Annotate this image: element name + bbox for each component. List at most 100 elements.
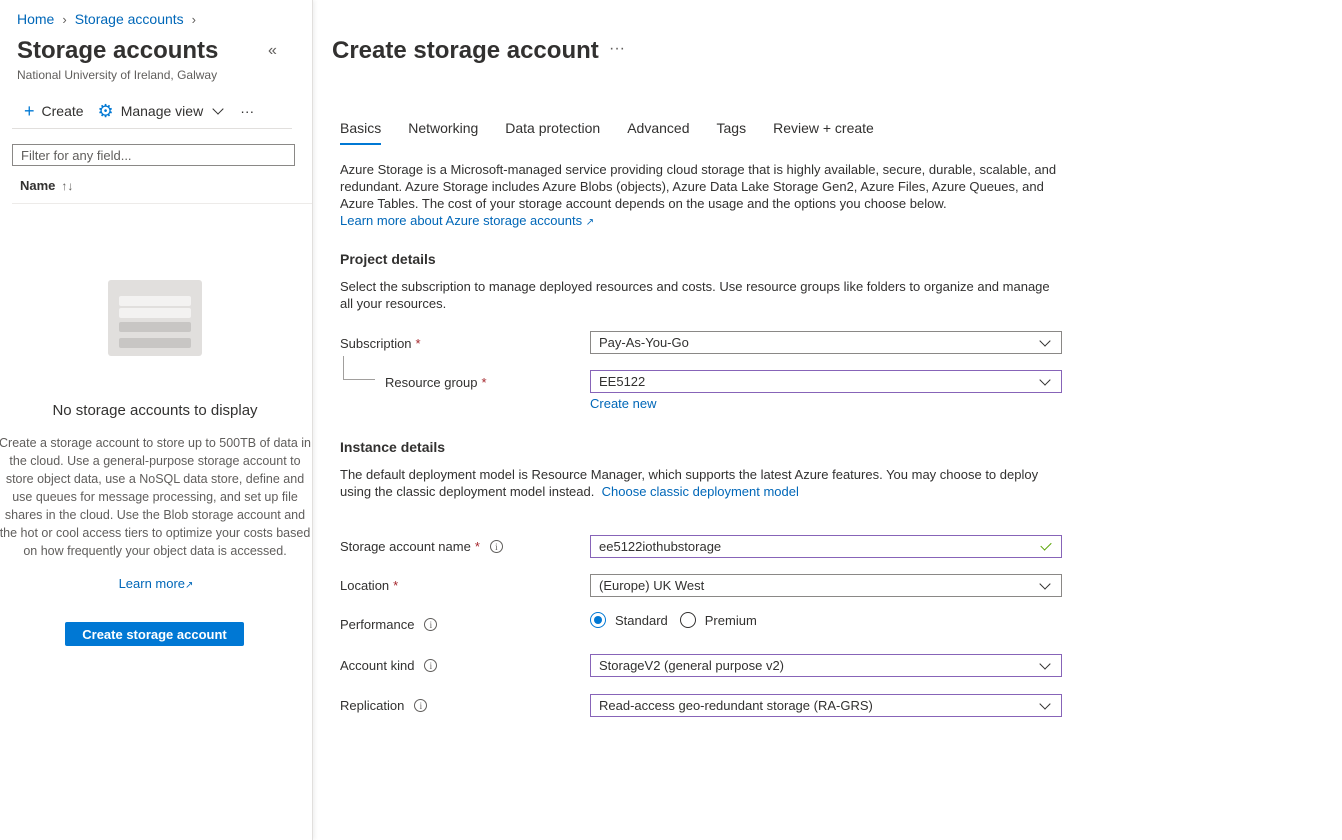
manage-view-label: Manage view	[120, 103, 204, 119]
illustration-bar	[119, 308, 191, 318]
instance-details-text: The default deployment model is Resource…	[340, 466, 1065, 500]
gear-icon: ⚙	[97, 101, 114, 121]
required-marker: *	[393, 578, 399, 593]
breadcrumb-home[interactable]: Home	[17, 11, 54, 27]
create-label: Create	[41, 103, 84, 119]
chevron-down-icon	[1039, 697, 1051, 710]
illustration-bar	[119, 322, 191, 332]
required-marker: *	[415, 336, 421, 351]
account-kind-dropdown[interactable]: StorageV2 (general purpose v2)	[590, 654, 1062, 677]
external-link-icon: ↗	[585, 217, 595, 228]
radio-unselected-icon	[679, 612, 696, 628]
storage-accounts-title: Storage accounts	[17, 37, 219, 64]
collapse-pane-icon[interactable]: «	[268, 42, 277, 60]
tab-networking[interactable]: Networking	[408, 120, 478, 145]
resource-group-dropdown[interactable]: EE5122	[590, 370, 1062, 393]
tab-tags[interactable]: Tags	[717, 120, 747, 145]
radio-premium[interactable]: Premium	[679, 612, 757, 628]
storage-accounts-pane	[0, 0, 313, 840]
account-kind-label-text: Account kind	[340, 658, 415, 673]
radio-premium-label: Premium	[704, 612, 757, 628]
chevron-down-icon	[1039, 577, 1051, 590]
chevron-down-icon	[1039, 334, 1051, 347]
instance-details-heading: Instance details	[340, 439, 446, 455]
learn-more-link[interactable]: Learn more	[119, 576, 185, 591]
tab-bar: Basics Networking Data protection Advanc…	[340, 120, 901, 145]
tree-connector	[343, 379, 375, 380]
info-icon[interactable]: i	[489, 540, 503, 553]
info-icon[interactable]: i	[414, 699, 428, 712]
empty-state-description: Create a storage account to store up to …	[0, 436, 311, 558]
intro-text: Azure Storage is a Microsoft-managed ser…	[340, 161, 1065, 231]
location-label-text: Location	[340, 578, 390, 593]
location-dropdown[interactable]: (Europe) UK West	[590, 574, 1062, 597]
performance-label: Performance i	[340, 617, 438, 632]
create-button[interactable]: + Create	[24, 102, 84, 120]
storage-toolbar: + Create ⚙ Manage view ···	[24, 100, 268, 122]
radio-standard-label: Standard	[615, 612, 668, 628]
chevron-right-icon: ›	[191, 11, 197, 27]
radio-selected-icon	[590, 612, 606, 628]
header-divider	[12, 203, 312, 204]
account-kind-value: StorageV2 (general purpose v2)	[599, 658, 785, 673]
create-storage-account-button[interactable]: Create storage account	[65, 622, 244, 646]
storage-account-name-value: ee5122iothubstorage	[599, 539, 722, 554]
intro-description: Azure Storage is a Microsoft-managed ser…	[340, 162, 1057, 211]
breadcrumb: Home › Storage accounts ›	[17, 11, 196, 27]
replication-label: Replication i	[340, 698, 428, 713]
breadcrumb-storage-accounts[interactable]: Storage accounts	[75, 11, 184, 27]
resource-group-label: Resource group *	[385, 375, 487, 390]
location-label: Location *	[340, 578, 398, 593]
chevron-down-icon	[1039, 373, 1051, 386]
info-icon[interactable]: i	[424, 659, 438, 672]
empty-state-title: No storage accounts to display	[52, 402, 258, 419]
more-actions-button[interactable]: ···	[609, 40, 625, 58]
learn-more-link-wrap: Learn more↗	[0, 576, 312, 591]
resource-group-label-text: Resource group	[385, 375, 478, 390]
chevron-down-icon	[1039, 657, 1051, 670]
tab-advanced[interactable]: Advanced	[627, 120, 689, 145]
chevron-down-icon	[212, 103, 224, 115]
performance-radio-group: Standard Premium	[590, 612, 769, 628]
learn-more-storage-link[interactable]: Learn more about Azure storage accounts	[340, 213, 582, 228]
performance-label-text: Performance	[340, 617, 415, 632]
create-new-resource-group-link[interactable]: Create new	[590, 396, 656, 411]
replication-dropdown[interactable]: Read-access geo-redundant storage (RA-GR…	[590, 694, 1062, 717]
checkmark-icon	[1040, 539, 1052, 551]
project-details-description: Select the subscription to manage deploy…	[340, 279, 1050, 311]
subscription-label-text: Subscription	[340, 336, 412, 351]
tree-connector	[343, 356, 344, 379]
project-details-heading: Project details	[340, 251, 436, 267]
required-marker: *	[481, 375, 487, 390]
classic-deployment-link[interactable]: Choose classic deployment model	[602, 484, 799, 499]
info-icon[interactable]: i	[424, 618, 438, 631]
subscription-dropdown[interactable]: Pay-As-You-Go	[590, 331, 1062, 354]
directory-name: National University of Ireland, Galway	[17, 68, 218, 82]
filter-input[interactable]	[12, 144, 295, 166]
tab-basics[interactable]: Basics	[340, 120, 382, 145]
replication-label-text: Replication	[340, 698, 405, 713]
more-options-button[interactable]: ···	[240, 103, 254, 119]
radio-standard[interactable]: Standard	[590, 612, 668, 628]
account-kind-label: Account kind i	[340, 658, 438, 673]
empty-list-illustration	[108, 280, 202, 356]
external-link-icon: ↗	[185, 580, 194, 591]
sort-icon: ↑↓	[61, 178, 74, 193]
tab-review-create[interactable]: Review + create	[773, 120, 874, 145]
name-column-label: Name	[20, 178, 56, 193]
name-column-header[interactable]: Name ↑↓	[20, 178, 73, 193]
subscription-label: Subscription *	[340, 336, 421, 351]
resource-group-value: EE5122	[599, 374, 646, 389]
illustration-bar	[119, 338, 191, 348]
page-title: Create storage account	[332, 37, 599, 64]
required-marker: *	[474, 539, 480, 554]
plus-icon: +	[24, 101, 35, 121]
toolbar-divider	[12, 128, 292, 129]
storage-account-name-label: Storage account name * i	[340, 539, 503, 554]
subscription-value: Pay-As-You-Go	[599, 335, 689, 350]
storage-account-name-input[interactable]: ee5122iothubstorage	[590, 535, 1062, 558]
storage-account-name-label-text: Storage account name	[340, 539, 471, 554]
location-value: (Europe) UK West	[599, 578, 705, 593]
manage-view-button[interactable]: ⚙ Manage view	[98, 102, 227, 120]
tab-data-protection[interactable]: Data protection	[505, 120, 600, 145]
